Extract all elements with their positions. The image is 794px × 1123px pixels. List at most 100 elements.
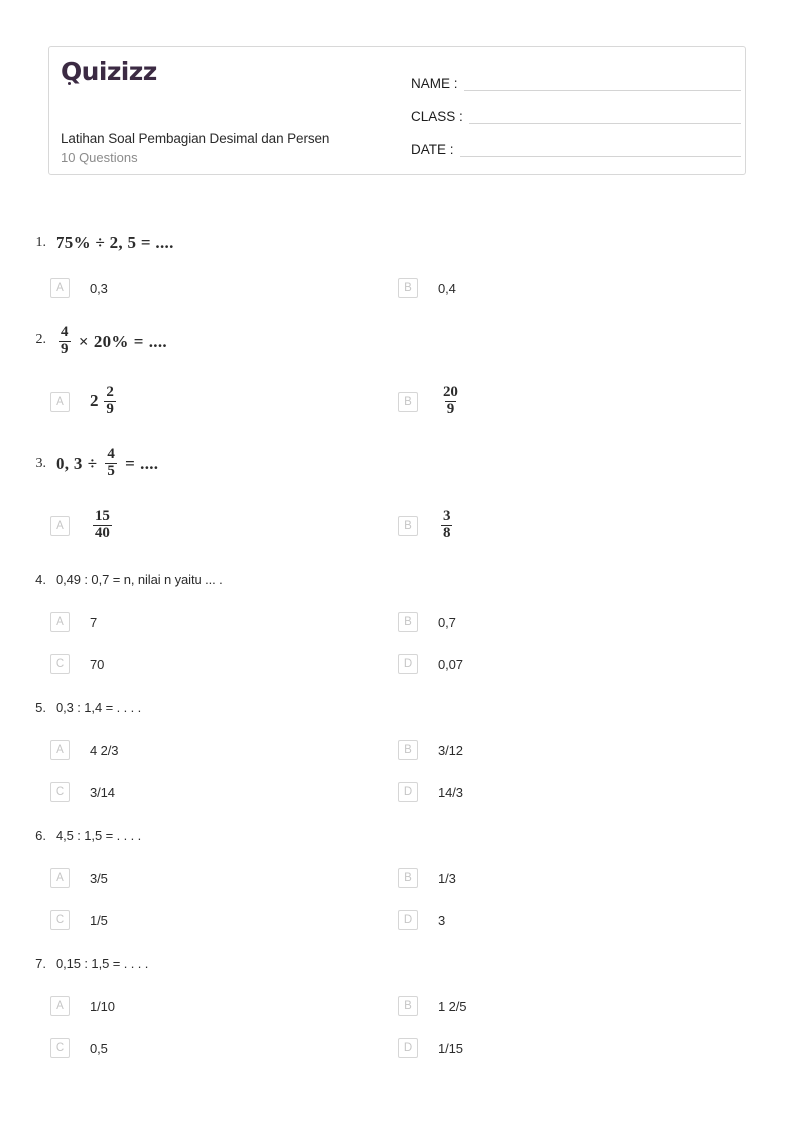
option-letter-badge: C	[50, 654, 70, 674]
question-number: 2.	[35, 332, 47, 347]
expression-fraction: 49	[59, 324, 71, 358]
date-field-input[interactable]	[459, 155, 741, 157]
option-letter-badge: B	[398, 278, 418, 298]
fraction-denominator: 9	[59, 340, 71, 357]
option-letter-badge: A	[50, 740, 70, 760]
question-number: 7.	[35, 955, 46, 971]
answer-option[interactable]: A 15 40	[0, 508, 350, 543]
option-letter-badge: B	[398, 392, 418, 412]
worksheet-header-card: Quizizz Latihan Soal Pembagian Desimal d…	[48, 46, 746, 175]
question-block: 4. 0,49 : 0,7 = n, nilai n yaitu ... .A7B…	[0, 557, 794, 685]
answer-option[interactable]: B 1 2/5	[350, 996, 700, 1016]
option-fraction: 20 9	[441, 383, 460, 418]
option-text: 1/5	[90, 912, 108, 928]
question-number: 3.	[35, 456, 47, 471]
fraction-numerator: 4	[107, 445, 116, 462]
option-text: 3/12	[438, 742, 463, 758]
option-row: A 3/5 B 1/3	[0, 857, 794, 899]
option-letter-badge: C	[50, 1038, 70, 1058]
name-field-input[interactable]	[463, 89, 741, 91]
math-term: 0, 3	[56, 454, 83, 473]
option-text: 4 2/3	[90, 742, 119, 758]
question-text: 0,3 : 1,4 = . . . .	[56, 699, 142, 715]
answer-option[interactable]: C 0,5	[0, 1038, 350, 1058]
option-text: 3	[438, 912, 446, 928]
option-fraction: 15 40	[93, 508, 112, 542]
option-text: 0,07	[438, 656, 463, 672]
answer-option[interactable]: C 1/5	[0, 910, 350, 930]
fraction-denominator: 40	[93, 524, 112, 541]
option-text: 0,4	[438, 280, 456, 296]
option-fraction: 29	[104, 384, 116, 418]
option-letter-badge: A	[50, 612, 70, 632]
option-letter-badge: A	[50, 996, 70, 1016]
option-text: 1 2/5	[438, 998, 467, 1014]
option-text: 1/15	[438, 1040, 463, 1056]
option-letter-badge: D	[398, 782, 418, 802]
option-text: 229	[90, 384, 119, 419]
option-letter-badge: A	[50, 868, 70, 888]
answer-option[interactable]: C 70	[0, 654, 350, 674]
answer-option[interactable]: A 3/5	[0, 868, 350, 888]
answer-option[interactable]: B 0,7	[350, 612, 700, 632]
question-list: 1. 75% ÷ 2, 5 = .... A 0,3 B 0,4 2. 4 9 × 20% =....…	[0, 219, 794, 1069]
math-term: 20%	[93, 332, 129, 351]
question-row: 4. 0,49 : 0,7 = n, nilai n yaitu ... .	[0, 557, 794, 601]
option-text: 20 9	[438, 383, 463, 419]
option-letter-badge: A	[50, 278, 70, 298]
logo-q-glyph: Quizizz	[61, 57, 157, 86]
option-letter-badge: C	[50, 782, 70, 802]
answer-option[interactable]: A 0,3	[0, 278, 350, 298]
math-operator: =	[133, 332, 144, 351]
answer-option[interactable]: A 4 2/3	[0, 740, 350, 760]
answer-option[interactable]: D 0,07	[350, 654, 700, 674]
answer-option[interactable]: A229	[0, 384, 350, 419]
question-block: 7. 0,15 : 1,5 = . . . . A 1/10 B 1 2/5 C 0,5 D 1/…	[0, 941, 794, 1069]
field-row-class: CLASS :	[411, 94, 741, 127]
option-letter-badge: D	[398, 910, 418, 930]
option-row: C 3/14 D 14/3	[0, 771, 794, 813]
option-text: 7	[90, 614, 98, 630]
math-term: ....	[140, 454, 159, 473]
math-operator: =	[125, 454, 136, 473]
name-field-label: NAME :	[411, 76, 458, 91]
fraction-numerator: 3	[443, 507, 451, 524]
option-row: A 1/10 B 1 2/5	[0, 985, 794, 1027]
option-text: 3/5	[90, 870, 108, 886]
option-row: A 15 40 B 3 8	[0, 495, 794, 557]
option-row: A 4 2/3 B 3/12	[0, 729, 794, 771]
answer-option[interactable]: B 0,4	[350, 278, 700, 298]
mixed-number-whole: 2	[90, 390, 99, 410]
answer-option[interactable]: B 20 9	[350, 383, 700, 419]
fraction-denominator: 9	[444, 400, 457, 417]
class-field-input[interactable]	[468, 122, 741, 124]
option-text: 1/10	[90, 998, 115, 1014]
question-text: 4 9 × 20% =....	[56, 322, 167, 359]
option-letter-badge: D	[398, 1038, 418, 1058]
option-row: A 2 2 9 B 20 9	[0, 371, 794, 433]
answer-option[interactable]: B 1/3	[350, 868, 700, 888]
math-operator: ÷	[87, 454, 98, 473]
option-grid: A 3/5 B 1/3 C 1/5 D 3	[0, 857, 794, 941]
fraction-denominator: 9	[104, 400, 116, 417]
question-row: 7. 0,15 : 1,5 = . . . .	[0, 941, 794, 985]
answer-option[interactable]: A 1/10	[0, 996, 350, 1016]
option-grid: A 1/10 B 1 2/5 C 0,5 D 1/15	[0, 985, 794, 1069]
question-block: 5. 0,3 : 1,4 = . . . . A 4 2/3 B 3/12 C 3/14 D 14…	[0, 685, 794, 813]
answer-option[interactable]: C 3/14	[0, 782, 350, 802]
quizizz-logo: Quizizz	[61, 57, 157, 86]
option-text: 15 40	[90, 508, 115, 543]
question-text: 0,15 : 1,5 = . . . .	[56, 955, 149, 971]
student-info-fields: NAME : CLASS : DATE :	[411, 61, 741, 160]
answer-option[interactable]: A7	[0, 612, 350, 632]
answer-option[interactable]: B 38	[350, 507, 700, 543]
option-letter-badge: B	[398, 612, 418, 632]
answer-option[interactable]: B 3/12	[350, 740, 700, 760]
fraction-numerator: 20	[443, 383, 458, 400]
answer-option[interactable]: D 1/15	[350, 1038, 700, 1058]
answer-option[interactable]: D 14/3	[350, 782, 700, 802]
question-text: 0,49 : 0,7 = n, nilai n yaitu ... .	[56, 571, 223, 587]
answer-option[interactable]: D3	[350, 910, 700, 930]
option-grid: A 7 B 0,7 C 70 D 0,07	[0, 601, 794, 685]
option-row: C 0,5 D 1/15	[0, 1027, 794, 1069]
